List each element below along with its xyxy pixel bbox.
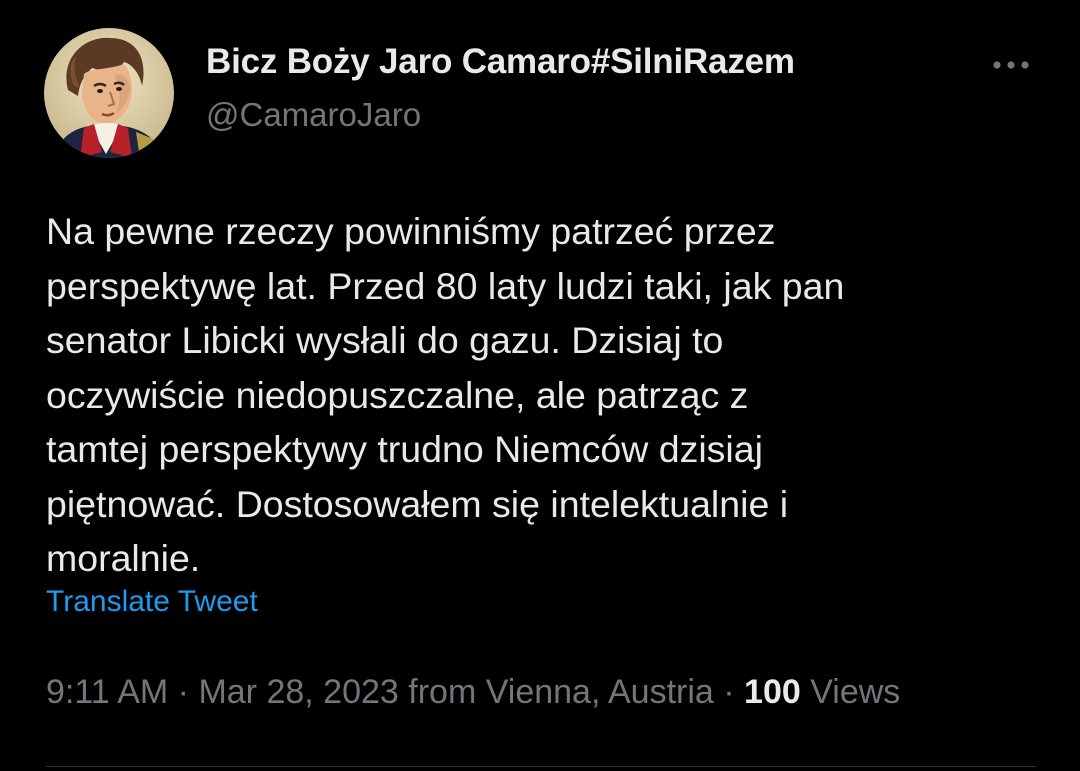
tweet-time[interactable]: 9:11 AM (46, 673, 168, 711)
tweet-text-line: moralnie. (46, 537, 201, 579)
author-handle[interactable]: @CamaroJaro (206, 96, 421, 134)
tweet-text-line: Na pewne rzeczy powinniśmy patrzeć przez (46, 210, 776, 252)
tweet-source: from Vienna, Austria (408, 673, 714, 711)
avatar-portrait-icon (44, 28, 174, 158)
tweet-date[interactable]: Mar 28, 2023 (198, 673, 398, 711)
tweet-text-line: senator Libicki wysłali do gazu. Dzisiaj… (46, 319, 724, 361)
more-horizontal-icon (993, 61, 1029, 69)
tweet[interactable]: Bicz Boży Jaro Camaro#SilniRazem @Camaro… (0, 0, 1080, 771)
tweet-text-line: oczywiście niedopuszczalne, ale patrząc … (46, 373, 749, 416)
translate-tweet-link[interactable]: Translate Tweet (46, 585, 258, 619)
tweet-text-line: perspektywę lat. Przed 80 laty ludzi tak… (46, 264, 845, 307)
author-display-name[interactable]: Bicz Boży Jaro Camaro#SilniRazem (206, 42, 795, 82)
views-label[interactable]: Views (810, 673, 900, 711)
meta-separator: · (713, 673, 745, 711)
avatar[interactable] (44, 28, 174, 158)
tweet-text: Na pewne rzeczy powinniśmy patrzeć przez… (46, 204, 1046, 586)
tweet-text-line: piętnować. Dostosowałem się intelektualn… (46, 482, 789, 525)
tweet-text-line: tamtej perspektywy trudno Niemców dzisia… (46, 428, 763, 470)
more-options-button[interactable] (984, 48, 1038, 82)
divider (46, 766, 1036, 767)
views-count[interactable]: 100 (744, 673, 801, 711)
tweet-meta: 9:11 AM · Mar 28, 2023 from Vienna, Aust… (46, 673, 900, 712)
meta-separator: · (168, 673, 199, 711)
